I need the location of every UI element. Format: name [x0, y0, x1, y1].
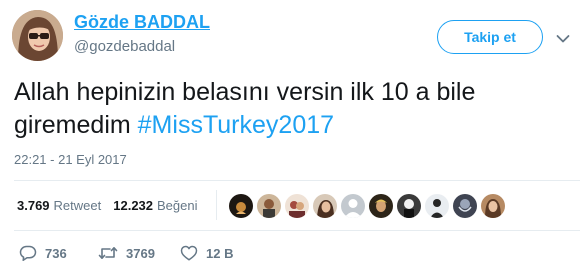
retweet-button[interactable]: 3769 — [98, 245, 155, 261]
avatar[interactable] — [12, 10, 63, 61]
liker-avatar[interactable] — [481, 194, 505, 218]
user-handle: @gozdebaddal — [74, 38, 176, 55]
liker-avatars — [229, 194, 509, 218]
retweet-count[interactable]: 3.769 — [17, 198, 50, 213]
like-button[interactable]: 12 B — [180, 245, 233, 261]
tweet-timestamp[interactable]: 22:21 - 21 Eyl 2017 — [14, 152, 127, 167]
liker-avatar[interactable] — [341, 194, 365, 218]
liker-avatar[interactable] — [453, 194, 477, 218]
liker-avatar[interactable] — [285, 194, 309, 218]
retweet-action-count: 3769 — [126, 245, 155, 261]
display-name[interactable]: Gözde BADDAL — [74, 12, 210, 33]
reply-icon — [19, 245, 37, 261]
divider — [14, 180, 580, 181]
liker-avatar[interactable] — [369, 194, 393, 218]
reply-count: 736 — [45, 245, 67, 261]
liker-avatar[interactable] — [397, 194, 421, 218]
heart-icon — [180, 245, 198, 261]
hashtag-link[interactable]: #MissTurkey2017 — [138, 111, 334, 139]
liker-avatar[interactable] — [229, 194, 253, 218]
tweet-text: Allah hepinizin belasını versin ilk 10 a… — [14, 76, 554, 142]
retweet-icon — [98, 247, 118, 259]
retweet-label[interactable]: Retweet — [54, 198, 102, 213]
follow-button[interactable]: Takip et — [437, 20, 543, 54]
reply-button[interactable]: 736 — [19, 245, 67, 261]
tweet-card: Gözde BADDAL @gozdebaddal Takip et Allah… — [0, 0, 580, 271]
like-count[interactable]: 12.232 — [113, 198, 153, 213]
liker-avatar[interactable] — [257, 194, 281, 218]
liker-avatar[interactable] — [425, 194, 449, 218]
like-action-count: 12 B — [206, 245, 234, 261]
stats-separator — [216, 190, 217, 220]
liker-avatar[interactable] — [313, 194, 337, 218]
divider — [14, 230, 580, 231]
chevron-down-icon[interactable] — [556, 31, 570, 43]
tweet-stats: 3.769 Retweet 12.232 Beğeni — [17, 198, 198, 213]
like-label[interactable]: Beğeni — [157, 198, 197, 213]
